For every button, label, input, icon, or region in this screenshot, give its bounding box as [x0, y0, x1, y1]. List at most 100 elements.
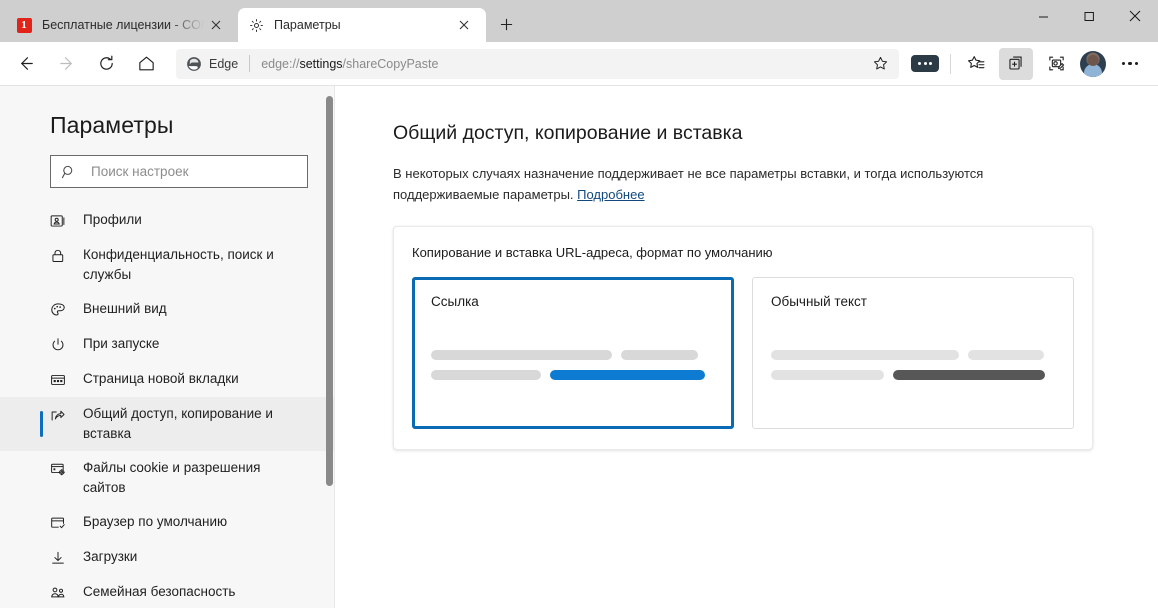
mock-bar-highlight — [550, 370, 705, 380]
close-button[interactable] — [1112, 0, 1158, 32]
edge-logo-icon — [186, 56, 202, 72]
search-input[interactable] — [85, 164, 285, 179]
download-icon — [50, 548, 72, 568]
profile-card-icon — [50, 211, 72, 231]
sidebar-item-label: Семейная безопасность — [83, 584, 236, 599]
sidebar-item-label: При запуске — [83, 336, 160, 351]
option-tile-link[interactable]: Ссылка — [412, 277, 734, 429]
tab-close-button[interactable] — [452, 13, 476, 37]
option-label: Ссылка — [431, 294, 479, 309]
sidebar-item-label: Общий доступ, копирование и вставка — [83, 406, 273, 441]
browser-tab-1[interactable]: Параметры — [238, 8, 486, 42]
tab-title: Бесплатные лицензии - COMSS — [42, 18, 204, 32]
window-controls — [1020, 0, 1158, 32]
share-icon — [50, 405, 72, 425]
tab-strip: 1 Бесплатные лицензии - COMSS Параметры — [0, 0, 522, 42]
option-label: Обычный текст — [771, 294, 867, 309]
mock-bar — [621, 350, 698, 360]
cookie-settings-icon — [50, 459, 72, 479]
search-icon — [61, 164, 85, 180]
sidebar-item-share-copy-paste[interactable]: Общий доступ, копирование и вставка — [0, 397, 334, 451]
mock-bar — [771, 370, 884, 380]
mock-row — [771, 350, 1055, 360]
learn-more-link[interactable]: Подробнее — [577, 187, 644, 202]
sidebar-item-label: Загрузки — [83, 549, 138, 564]
browser-tab-0[interactable]: 1 Бесплатные лицензии - COMSS — [6, 8, 238, 42]
page-body: Параметры Поиск настроек Профили Конфиде… — [0, 86, 1158, 608]
search-settings-box[interactable] — [50, 155, 308, 188]
url-text: edge://settings/shareCopyPaste — [261, 56, 439, 71]
sidebar-item-downloads[interactable]: Загрузки — [0, 540, 334, 575]
settings-and-more-button[interactable] — [1113, 48, 1147, 80]
reading-list-badge-icon[interactable] — [908, 48, 942, 80]
card-label: Копирование и вставка URL-адреса, формат… — [412, 245, 773, 260]
title-bar: 1 Бесплатные лицензии - COMSS Параметры — [0, 0, 1158, 42]
refresh-button[interactable] — [89, 48, 123, 80]
family-icon — [50, 583, 72, 603]
web-capture-button[interactable] — [1039, 48, 1073, 80]
tab-close-button[interactable] — [204, 13, 228, 37]
forward-button[interactable] — [49, 48, 83, 80]
minimize-button[interactable] — [1020, 0, 1066, 32]
profile-avatar[interactable] — [1080, 50, 1106, 77]
edge-label: Edge — [209, 56, 239, 71]
mock-row — [771, 370, 1055, 380]
plain-text-preview-mock — [771, 350, 1055, 390]
collections-button[interactable] — [999, 47, 1033, 80]
settings-content: Общий доступ, копирование и вставка В не… — [335, 86, 1158, 608]
page-title: Общий доступ, копирование и вставка — [393, 122, 743, 144]
url-format-card: Копирование и вставка URL-адреса, формат… — [393, 226, 1093, 450]
sidebar-item-label: Файлы cookie и разрешения сайтов — [83, 460, 261, 495]
tab-title: Параметры — [274, 18, 341, 32]
browser-window: 1 Бесплатные лицензии - COMSS Параметры — [0, 0, 1158, 608]
browser-toolbar: Edge edge://settings/shareCopyPaste — [0, 42, 1158, 86]
sidebar-item-label: Внешний вид — [83, 301, 167, 316]
palette-icon — [50, 300, 72, 320]
home-button[interactable] — [129, 48, 163, 80]
sidebar-item-label: Страница новой вкладки — [83, 371, 239, 386]
ellipsis-icon — [1121, 61, 1139, 66]
sidebar-item-on-startup[interactable]: При запуске — [0, 327, 334, 362]
sidebar-item-appearance[interactable]: Внешний вид — [0, 292, 334, 327]
gear-icon — [248, 17, 264, 33]
sidebar-item-new-tab-page[interactable]: Страница новой вкладки — [0, 362, 334, 397]
sidebar-search-wrap — [0, 139, 334, 188]
default-browser-icon — [50, 513, 72, 533]
sidebar-item-cookies-site-permissions[interactable]: Файлы cookie и разрешения сайтов — [0, 451, 334, 505]
mock-row — [431, 350, 715, 360]
favorites-button[interactable] — [959, 48, 993, 80]
maximize-button[interactable] — [1066, 0, 1112, 32]
sidebar-nav-list: Профили Конфиденциальность, поиск и служ… — [0, 203, 334, 608]
link-preview-mock — [431, 350, 715, 390]
sidebar-item-label: Профили — [83, 212, 142, 227]
mock-row — [431, 370, 715, 380]
mock-bar-highlight — [893, 370, 1045, 380]
sidebar-scrollbar[interactable] — [326, 96, 333, 486]
address-separator — [249, 55, 251, 72]
mock-bar — [968, 350, 1044, 360]
red-one-icon: 1 — [16, 17, 32, 33]
page-description-text: В некоторых случаях назначение поддержив… — [393, 166, 984, 202]
sidebar-item-label: Конфиденциальность, поиск и службы — [83, 247, 274, 282]
sidebar-title: Параметры — [50, 112, 174, 138]
sidebar-item-family-safety[interactable]: Семейная безопасность — [0, 575, 334, 608]
back-button[interactable] — [9, 48, 43, 80]
mock-bar — [431, 350, 612, 360]
mock-bar — [771, 350, 959, 360]
lock-icon — [50, 246, 72, 266]
new-tab-button[interactable] — [490, 8, 522, 40]
option-tile-plain-text[interactable]: Обычный текст — [752, 277, 1074, 429]
mock-bar — [431, 370, 541, 380]
toolbar-separator — [950, 53, 951, 74]
page-description: В некоторых случаях назначение поддержив… — [393, 163, 1033, 205]
sidebar-item-privacy[interactable]: Конфиденциальность, поиск и службы — [0, 238, 334, 292]
power-icon — [50, 335, 72, 355]
sidebar-item-default-browser[interactable]: Браузер по умолчанию — [0, 505, 334, 540]
dots-badge-icon — [911, 55, 939, 72]
new-tab-page-icon — [50, 370, 72, 390]
address-bar[interactable]: Edge edge://settings/shareCopyPaste — [176, 48, 899, 79]
option-tiles: Ссылка Обычный текст — [412, 277, 1074, 429]
sidebar-item-profiles[interactable]: Профили — [0, 203, 334, 238]
settings-sidebar: Параметры Поиск настроек Профили Конфиде… — [0, 86, 335, 608]
favorite-star-icon[interactable] — [865, 50, 895, 78]
